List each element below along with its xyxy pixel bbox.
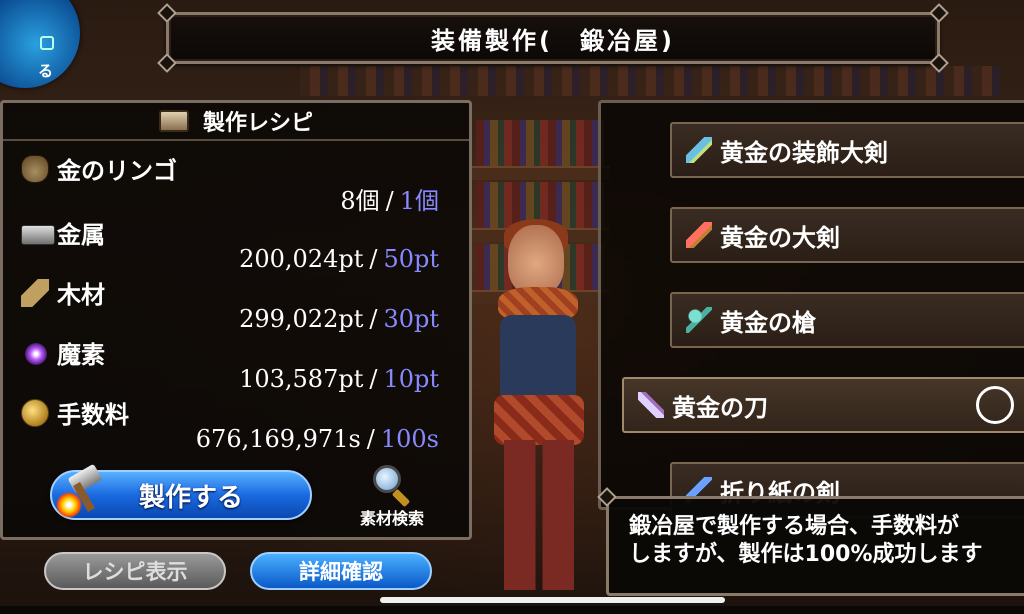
material-row-wood: 木材 299,022pt/30pt <box>21 279 461 337</box>
greatsword-icon <box>686 222 712 248</box>
item-name: 黄金の大剣 <box>720 223 840 252</box>
material-name: 手数料 <box>57 401 129 429</box>
menu-orb-label[interactable]: る <box>38 60 53 81</box>
page-title: 装備製作( 鍛冶屋) <box>431 26 675 55</box>
material-quantity: 103,587pt/10pt <box>239 365 439 393</box>
details-label: 詳細確認 <box>299 560 383 584</box>
material-need: 1個 <box>399 187 439 215</box>
recipe-box-icon <box>158 110 189 132</box>
material-need: 30pt <box>383 305 439 333</box>
material-quantity: 299,022pt/30pt <box>239 305 439 333</box>
item-name: 黄金の刀 <box>672 393 768 422</box>
material-need: 10pt <box>383 365 439 393</box>
blacksmith-character <box>480 219 610 614</box>
material-name: 金のリンゴ <box>57 157 177 185</box>
selection-radio[interactable] <box>976 386 1014 424</box>
material-have: 103,587pt <box>239 365 364 393</box>
craft-button[interactable]: 製作する <box>50 463 312 520</box>
material-need: 100s <box>380 425 439 453</box>
coin-icon <box>21 399 49 427</box>
material-have: 8個 <box>340 187 380 215</box>
craft-button-label: 製作する <box>138 482 243 513</box>
message-line: しますが、製作は100%成功します <box>629 542 983 567</box>
recipe-view-label: レシピ表示 <box>82 560 188 584</box>
recipe-title: 製作レシピ <box>202 111 313 136</box>
material-have: 676,169,971s <box>195 425 361 453</box>
material-need: 50pt <box>383 245 439 273</box>
list-item-katana[interactable]: 黄金の刀 <box>622 377 1024 433</box>
quantity-separator: / <box>369 365 378 393</box>
katana-icon <box>638 392 664 418</box>
quantity-separator: / <box>385 187 394 215</box>
spear-icon <box>686 307 712 333</box>
details-button[interactable]: 詳細確認 <box>250 552 432 590</box>
metal-ingot-icon <box>21 225 55 245</box>
hammer-head <box>67 463 103 495</box>
magnifier-handle <box>391 488 411 508</box>
magic-orb-icon <box>25 343 47 365</box>
material-quantity: 8個/1個 <box>340 181 439 216</box>
quantity-separator: / <box>369 305 378 333</box>
material-quantity: 200,024pt/50pt <box>239 245 439 273</box>
list-item-greatsword[interactable]: 黄金の大剣 <box>670 207 1024 263</box>
bookshelf-row <box>476 120 604 166</box>
character-legs <box>504 440 574 590</box>
material-have: 200,024pt <box>239 245 364 273</box>
bottom-strip <box>0 606 1024 614</box>
list-item-ornate-greatsword[interactable]: 黄金の装飾大剣 <box>670 122 1024 178</box>
item-name: 黄金の槍 <box>720 308 816 337</box>
wood-icon <box>21 279 49 307</box>
list-item-spear[interactable]: 黄金の槍 <box>670 292 1024 348</box>
material-name: 魔素 <box>57 341 105 369</box>
menu-orb-icon <box>40 36 54 50</box>
hammer-icon <box>56 463 112 520</box>
message-box: 鍛冶屋で製作する場合、手数料が しますが、製作は100%成功します <box>597 487 1024 596</box>
material-quantity: 676,169,971s/100s <box>196 425 439 453</box>
material-have: 299,022pt <box>239 305 364 333</box>
material-search-button[interactable]: 素材検索 <box>350 465 434 531</box>
bookshelf-top <box>300 66 1000 96</box>
material-row-golden-apple: 金のリンゴ 8個/1個 <box>21 155 461 216</box>
spark-icon <box>56 492 82 518</box>
message-line: 鍛冶屋で製作する場合、手数料が <box>629 514 960 539</box>
shelf-board <box>470 166 610 180</box>
character-head <box>508 225 564 295</box>
material-row-metal: 金属 200,024pt/50pt <box>21 219 461 277</box>
character-belt <box>494 395 584 445</box>
magnifier-icon <box>371 465 413 508</box>
golden-apple-icon <box>21 155 49 183</box>
quantity-separator: / <box>369 245 378 273</box>
ornate-greatsword-icon <box>686 137 712 163</box>
home-indicator[interactable] <box>380 597 725 603</box>
material-name: 木材 <box>57 281 105 309</box>
material-name: 金属 <box>57 221 105 249</box>
recipe-header: 製作レシピ <box>3 103 469 141</box>
material-row-fee: 手数料 676,169,971s/100s <box>21 399 461 457</box>
material-search-label: 素材検索 <box>359 509 424 528</box>
title-bar: 装備製作( 鍛冶屋) <box>157 3 949 73</box>
item-name: 黄金の装飾大剣 <box>720 138 888 167</box>
material-row-magic: 魔素 103,587pt/10pt <box>21 339 461 397</box>
recipe-view-button[interactable]: レシピ表示 <box>44 552 226 590</box>
quantity-separator: / <box>366 425 375 453</box>
